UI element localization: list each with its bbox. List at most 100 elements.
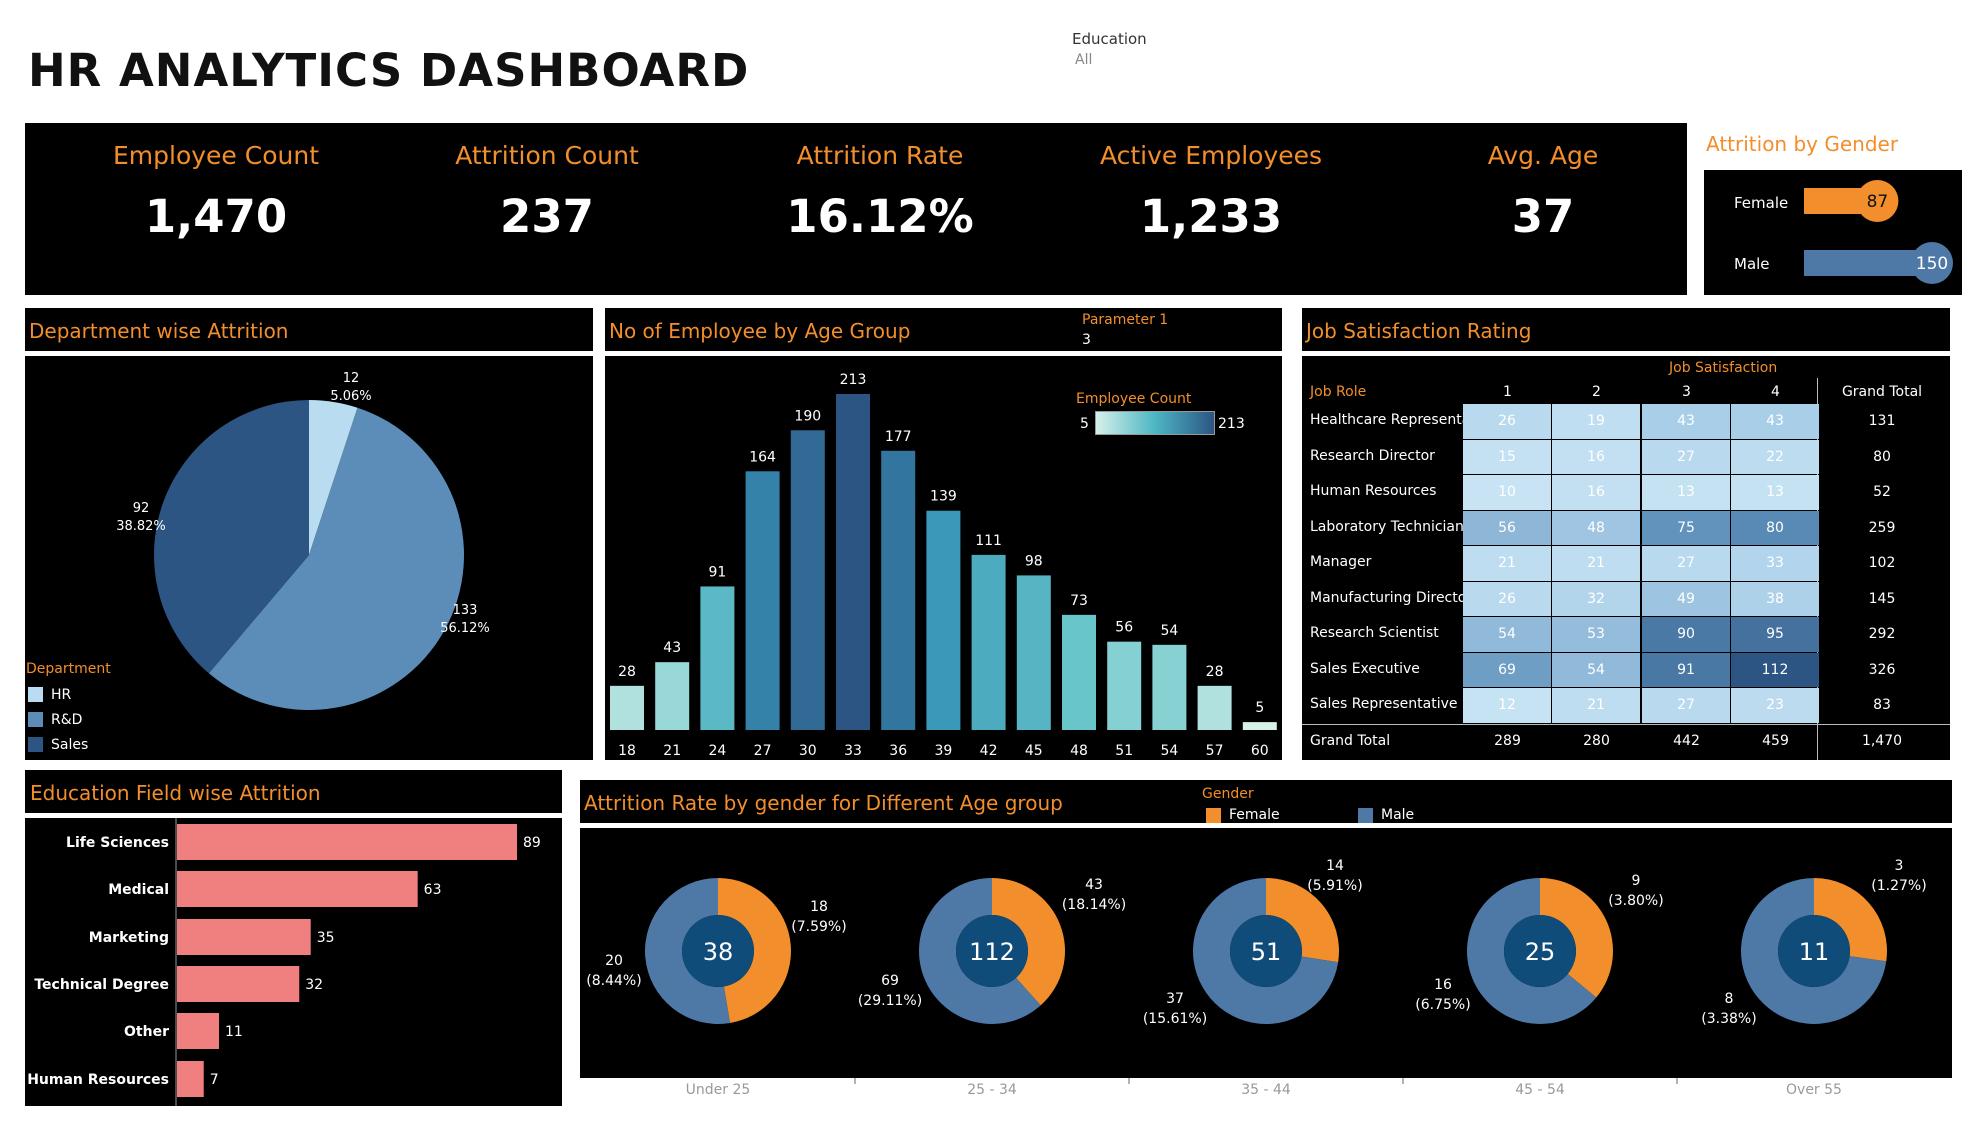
age-tick-label: 27: [754, 743, 772, 759]
heatmap-cell: 90: [1642, 617, 1730, 652]
heatmap-cell: 38: [1731, 581, 1819, 616]
heatmap-cell: 19: [1552, 404, 1640, 439]
donut-male-value: 16: [1434, 977, 1452, 993]
edu-title-bar: Education Field wise Attrition: [25, 770, 562, 813]
age-tick-label: 54: [1160, 743, 1178, 759]
donut-female-pct: (5.91%): [1307, 878, 1362, 894]
heatmap-cell: 27: [1642, 546, 1730, 581]
heatmap-cell: 21: [1552, 688, 1640, 723]
donut-total-label: 112: [969, 938, 1015, 966]
age-bar-value: 190: [794, 408, 821, 424]
gender-age-donuts: 3818(7.59%)20(8.44%)11243(18.14%)69(29.1…: [586, 858, 1926, 1027]
legend-label: HR: [51, 686, 72, 703]
age-bar: [1107, 641, 1142, 730]
grand-total-value: 442: [1673, 732, 1700, 749]
job-row-total: 83: [1873, 697, 1891, 713]
edu-bar-value: 35: [317, 930, 335, 946]
kpi-attrition-count: Attrition Count 237: [397, 141, 697, 243]
job-col-header: 4: [1771, 384, 1780, 400]
heatmap-cell: 13: [1731, 475, 1819, 510]
age-bar: [700, 586, 735, 730]
heatmap-cell: 26: [1463, 404, 1551, 439]
pie-pct-label: 5.06%: [330, 389, 371, 404]
parameter-value[interactable]: 3: [1082, 332, 1091, 348]
job-role-label: Manager: [1310, 554, 1372, 570]
edu-bar: [177, 919, 311, 955]
donut-female-pct: (7.59%): [791, 919, 846, 935]
age-bar: [610, 685, 644, 730]
age-bar-value: 177: [885, 429, 912, 445]
heatmap-cell: 43: [1642, 404, 1730, 439]
kpi-label: Employee Count: [112, 141, 319, 170]
donut-total-label: 11: [1799, 938, 1830, 966]
grand-total-value: 1,470: [1861, 732, 1903, 749]
kpi-value: 16.12%: [786, 190, 974, 243]
donut-female-value: 9: [1632, 873, 1641, 889]
donut-male-pct: (6.75%): [1415, 997, 1470, 1013]
job-col-header: 1: [1503, 384, 1512, 400]
job-row-total: 102: [1868, 555, 1896, 571]
age-legend-max: 213: [1218, 416, 1245, 432]
grand-total-value: 280: [1583, 732, 1610, 749]
age-legend-title: Employee Count: [1076, 391, 1192, 407]
job-role-label: Human Resources: [1310, 483, 1437, 499]
gender-bars: 87 150: [1804, 180, 1953, 284]
heatmap-cell: 27: [1642, 688, 1730, 723]
gender-age-panel: 38 18 (7.59%) 20 (8.44%) 112 43 (18.14%) 69 (29.1…: [580, 828, 1952, 1078]
kpi-value: 1,470: [144, 190, 288, 243]
age-group-label: 25 - 34: [967, 1082, 1017, 1098]
age-bar-value: 43: [663, 640, 681, 656]
heatmap-cell: 16: [1552, 439, 1640, 474]
edu-bar: [177, 1061, 204, 1097]
donut-female-value: 18: [810, 899, 828, 915]
edu-bar-chart: 89 Life Sciences 63 Medical 35 Marketing 32 Tec…: [27, 818, 541, 1106]
age-bar: [881, 450, 916, 730]
heatmap-cell: 21: [1463, 546, 1551, 581]
age-legend-min: 5: [1080, 416, 1089, 432]
job-row-total: 131: [1868, 413, 1896, 429]
edu-bar: [177, 871, 418, 907]
grand-total-label: Grand Total: [1310, 732, 1391, 749]
grand-total-value: 459: [1762, 732, 1789, 749]
education-filter[interactable]: Education All: [1072, 30, 1147, 68]
dept-legend-title: Department: [26, 661, 111, 677]
edu-category-label: Marketing: [89, 930, 169, 946]
job-col-group: Job Satisfaction: [1669, 360, 1778, 376]
donut-male-pct: (3.38%): [1701, 1011, 1756, 1027]
age-title-bar: No of Employee by Age Group Parameter 1 …: [605, 308, 1282, 351]
age-tick-label: 24: [708, 743, 726, 759]
heatmap-cell: 54: [1463, 617, 1551, 652]
job-role-label: Research Scientist: [1310, 625, 1439, 641]
donut-female-pct: (1.27%): [1871, 878, 1926, 894]
donut-female-value: 14: [1326, 858, 1344, 874]
gender-panel: Female Male 87 150: [1704, 170, 1962, 295]
age-bar-value: 73: [1070, 593, 1088, 609]
age-bar: [1242, 722, 1277, 730]
kpi-label: Attrition Rate: [796, 141, 964, 170]
kpi-attrition-rate: Attrition Rate 16.12%: [730, 141, 1030, 243]
legend-item-female: Female: [1206, 807, 1280, 823]
legend-swatch: [28, 737, 43, 752]
job-col-header: 2: [1592, 384, 1601, 400]
age-bar-value: 98: [1025, 553, 1043, 569]
edu-bar-value: 89: [523, 835, 541, 851]
gender-panel-title: Attrition by Gender: [1706, 132, 1899, 156]
legend-item-male: Male: [1358, 807, 1414, 823]
age-tick-label: 60: [1251, 743, 1269, 759]
age-tick-label: 48: [1070, 743, 1088, 759]
age-bar: [790, 430, 825, 730]
education-filter-value[interactable]: All: [1075, 52, 1147, 68]
heatmap-cell: 43: [1731, 404, 1819, 439]
donut-male-value: 20: [605, 953, 623, 969]
age-bar-value: 56: [1115, 620, 1133, 636]
job-role-label: Research Director: [1310, 447, 1435, 464]
edu-bar: [177, 966, 300, 1002]
heatmap-cell: 49: [1642, 581, 1730, 616]
job-row-total: 145: [1868, 590, 1896, 607]
age-tick-label: 30: [799, 743, 817, 759]
job-row-total: 52: [1873, 484, 1891, 500]
job-role-label: Sales Representative: [1310, 696, 1458, 712]
legend-item: Sales: [28, 732, 88, 757]
education-filter-label: Education: [1072, 30, 1147, 48]
age-bar: [926, 510, 961, 730]
